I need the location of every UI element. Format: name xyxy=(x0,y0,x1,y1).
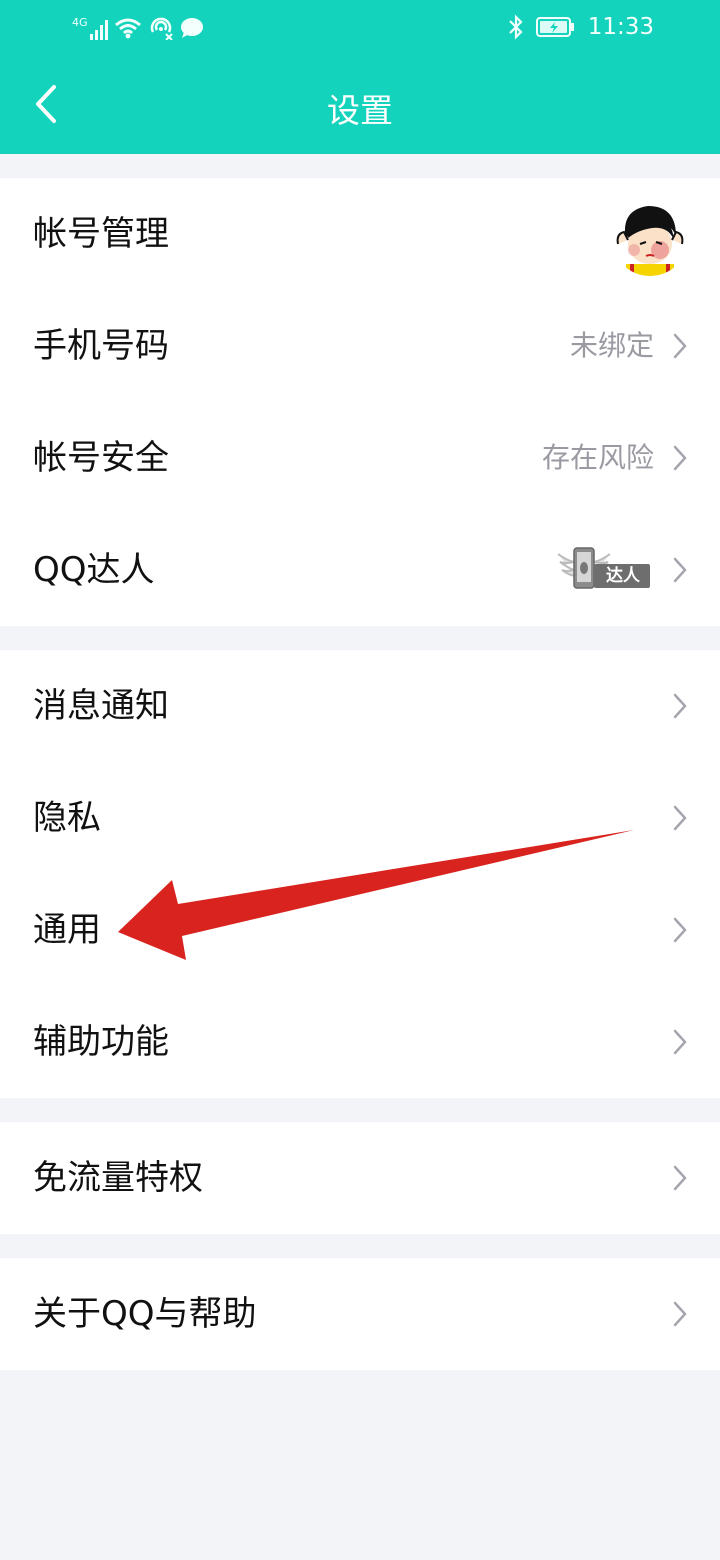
settings-group-account: 帐号管理 手机号码 未绑定 帐号安全 存在风险 QQ达人 达人 xyxy=(0,178,720,626)
chevron-right-icon xyxy=(673,1301,687,1327)
chevron-right-icon xyxy=(673,1165,687,1191)
hotspot-icon xyxy=(150,17,173,40)
settings-item-label: 免流量特权 xyxy=(33,1158,203,1198)
network-type: 4G xyxy=(72,16,88,29)
settings-item-label: 帐号安全 xyxy=(33,438,169,478)
nav-bar: 设置 xyxy=(0,56,720,154)
settings-item-label: 手机号码 xyxy=(33,326,169,366)
status-time: 11:33 xyxy=(587,14,654,40)
settings-group-data: 免流量特权 xyxy=(0,1122,720,1234)
phone-binding-status: 未绑定 xyxy=(569,329,654,362)
chevron-right-icon xyxy=(673,805,687,831)
settings-item-about-help[interactable]: 关于QQ与帮助 xyxy=(0,1258,720,1370)
signal-icon: 4G xyxy=(72,16,108,40)
chevron-right-icon xyxy=(673,693,687,719)
settings-item-accessibility[interactable]: 辅助功能 xyxy=(0,986,720,1098)
chevron-right-icon xyxy=(673,333,687,359)
status-bar: 4G 11:33 xyxy=(0,0,720,56)
bluetooth-icon xyxy=(508,14,523,40)
settings-item-label: 隐私 xyxy=(33,798,101,838)
settings-item-label: 帐号管理 xyxy=(33,214,169,254)
settings-item-account-security[interactable]: 帐号安全 存在风险 xyxy=(0,402,720,514)
settings-item-phone-number[interactable]: 手机号码 未绑定 xyxy=(0,290,720,402)
settings-group-general: 消息通知 隐私 通用 辅助功能 xyxy=(0,650,720,1098)
settings-item-label: 消息通知 xyxy=(33,686,169,726)
status-left: 4G xyxy=(72,14,204,42)
settings-group-about: 关于QQ与帮助 xyxy=(0,1258,720,1370)
settings-item-general[interactable]: 通用 xyxy=(0,874,720,986)
settings-item-account-management[interactable]: 帐号管理 xyxy=(0,178,720,290)
settings-item-notifications[interactable]: 消息通知 xyxy=(0,650,720,762)
status-right: 11:33 xyxy=(508,12,654,42)
qq-daren-badge-text: 达人 xyxy=(606,566,640,586)
chevron-right-icon xyxy=(673,445,687,471)
header-bar: 4G 11:33 设置 xyxy=(0,0,720,154)
chevron-right-icon xyxy=(673,557,687,583)
settings-item-privacy[interactable]: 隐私 xyxy=(0,762,720,874)
chevron-right-icon xyxy=(673,1029,687,1055)
avatar xyxy=(612,200,688,276)
chat-bubble-icon xyxy=(180,18,203,38)
settings-item-label: 辅助功能 xyxy=(33,1022,169,1062)
wifi-icon xyxy=(114,18,141,39)
battery-icon xyxy=(535,17,574,37)
settings-item-label: 通用 xyxy=(33,910,101,950)
chevron-right-icon xyxy=(673,917,687,943)
security-status: 存在风险 xyxy=(541,441,654,474)
settings-item-free-data-privilege[interactable]: 免流量特权 xyxy=(0,1122,720,1234)
settings-item-qq-daren[interactable]: QQ达人 达人 xyxy=(0,514,720,626)
qq-daren-badge-icon: 达人 xyxy=(556,546,650,592)
settings-item-label: 关于QQ与帮助 xyxy=(33,1294,257,1334)
settings-item-label: QQ达人 xyxy=(33,550,155,590)
page-title: 设置 xyxy=(327,91,393,130)
